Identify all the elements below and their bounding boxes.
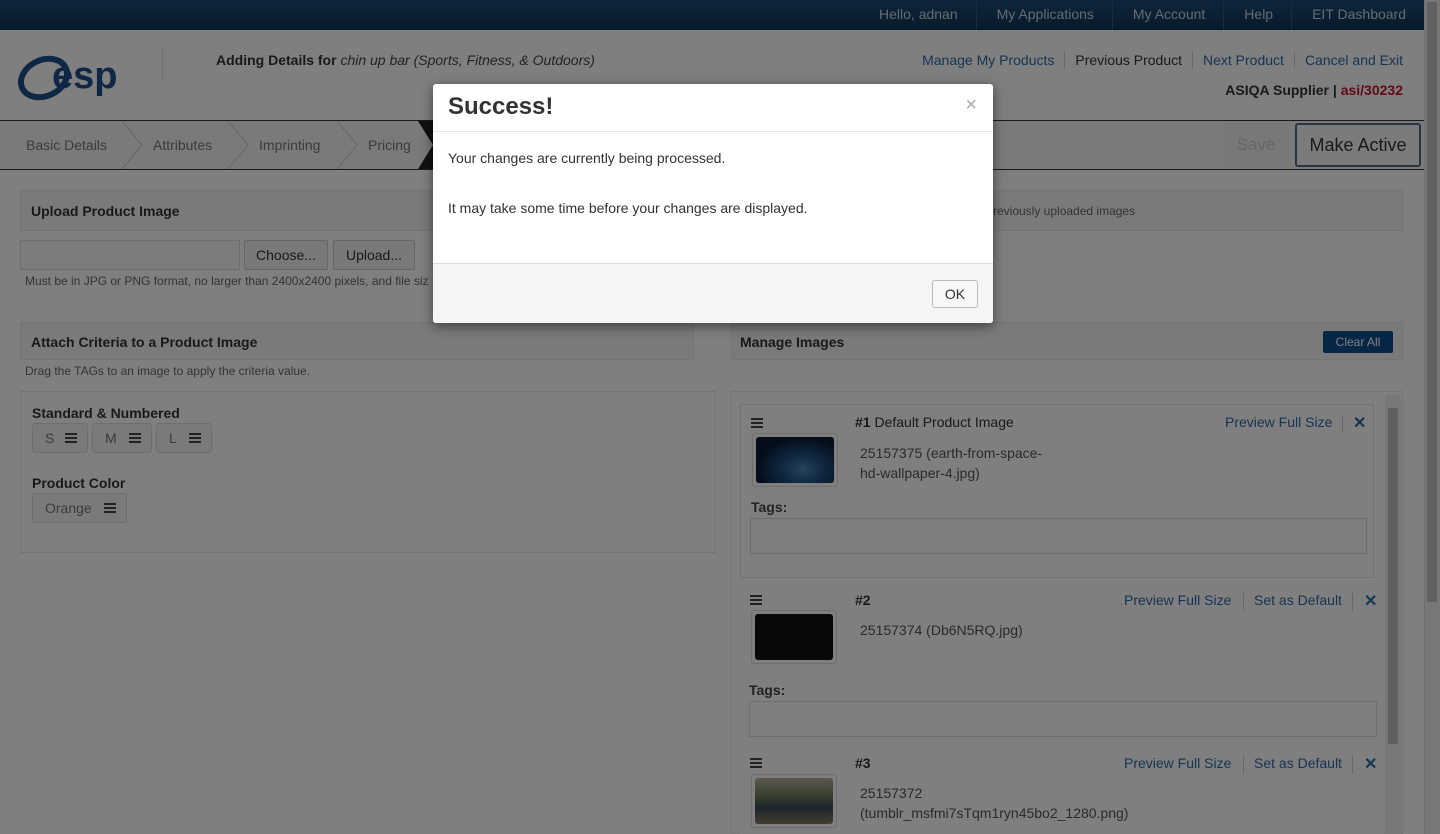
dialog-header: Success! × (433, 84, 993, 132)
dialog-message-2: It may take some time before your change… (448, 200, 808, 216)
ok-button[interactable]: OK (932, 280, 978, 308)
dialog-footer: OK (433, 263, 993, 323)
dialog-title: Success! (448, 93, 554, 120)
close-icon[interactable]: × (965, 94, 977, 117)
success-dialog: Success! × Your changes are currently be… (433, 84, 993, 323)
dialog-message-1: Your changes are currently being process… (448, 150, 726, 166)
